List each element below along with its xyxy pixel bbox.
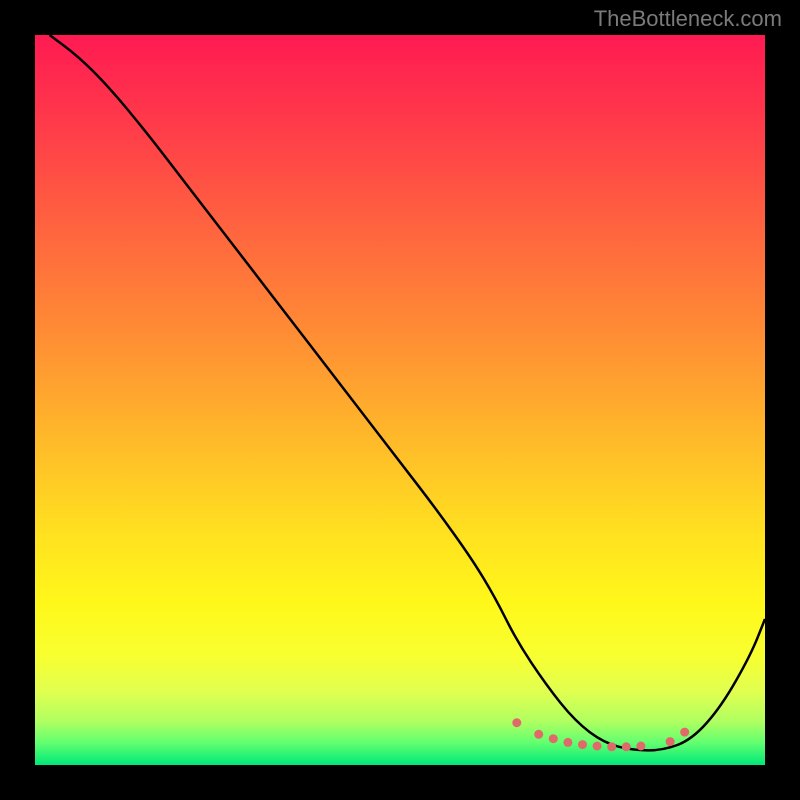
attribution-text: TheBottleneck.com [594, 6, 782, 32]
plot-area [35, 35, 765, 765]
chart-svg [35, 35, 765, 765]
marker-dot [512, 718, 521, 727]
marker-dot [593, 742, 602, 751]
marker-dot [549, 734, 558, 743]
marker-dot [636, 742, 645, 751]
marker-dot [534, 730, 543, 739]
marker-dot [563, 738, 572, 747]
marker-dot [666, 737, 675, 746]
marker-dot [578, 740, 587, 749]
bottleneck-curve [50, 35, 765, 750]
marker-dot [622, 742, 631, 751]
marker-dot [680, 728, 689, 737]
marker-dot [607, 742, 616, 751]
minimum-markers [512, 718, 689, 751]
